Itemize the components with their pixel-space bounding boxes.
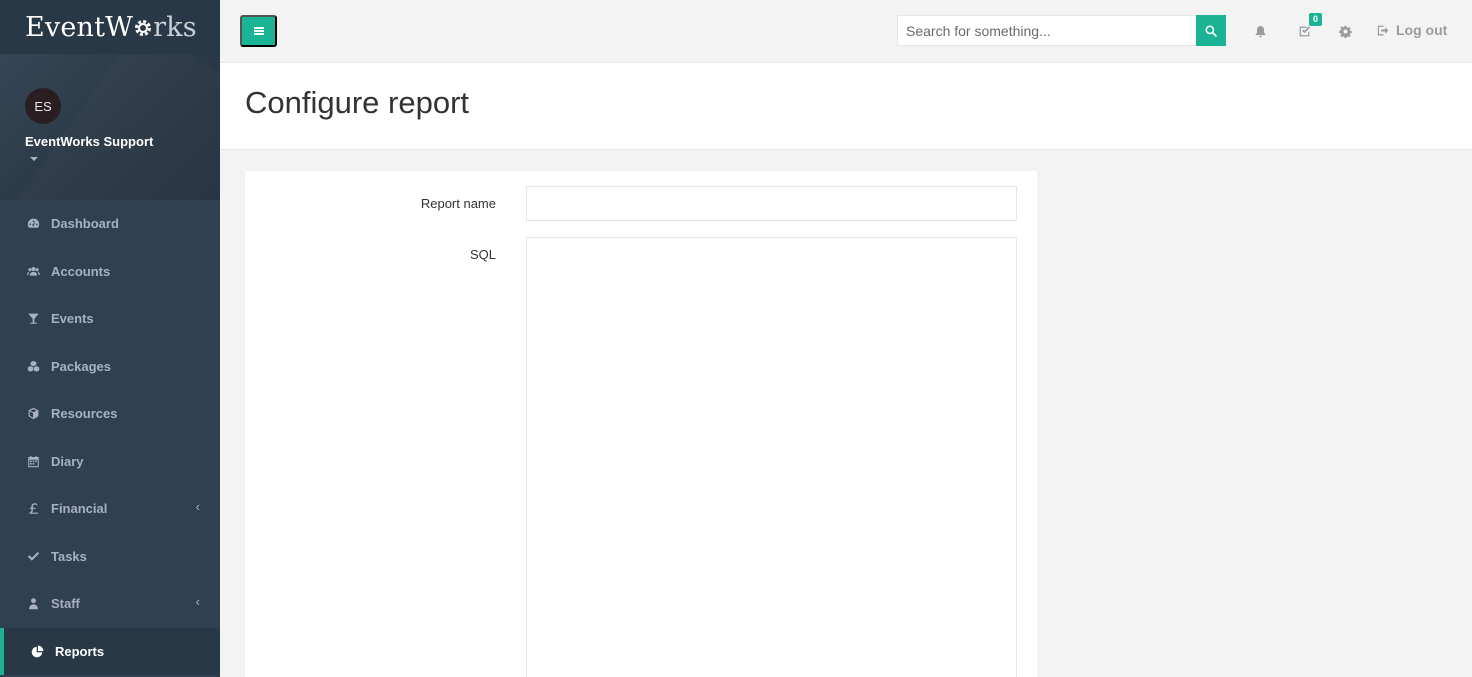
sidebar-item-label: Financial [51,501,108,517]
search-icon [1205,25,1217,37]
calendar-icon [26,454,40,468]
sidebar-item-financial[interactable]: Financial ‹ [0,485,220,533]
profile-caret-icon[interactable] [30,157,38,161]
report-name-label: Report name [420,196,496,211]
pie-chart-icon [30,644,44,658]
cubes-icon [26,359,40,373]
pound-icon [26,502,40,516]
tasks-check-icon[interactable] [1297,24,1311,38]
sidebar-toggle-button[interactable] [240,15,277,47]
sidebar-item-label: Accounts [51,263,111,279]
sidebar-item-accounts[interactable]: Accounts [0,248,220,296]
cube-icon [26,407,40,421]
sidebar-nav: Dashboard Accounts Events Packages Resou… [0,200,220,675]
report-name-input[interactable] [526,186,1017,221]
check-icon [26,549,40,563]
dashboard-icon [26,217,40,231]
sidebar-item-reports[interactable]: Reports [0,627,220,675]
bell-icon[interactable] [1253,24,1267,38]
chevron-left-icon: ‹ [195,499,200,514]
logo-text-part1: EventW [25,11,134,43]
page-heading: Configure report [220,63,1472,150]
sign-out-icon [1377,25,1389,35]
sidebar-item-label: Dashboard [51,216,119,232]
sidebar-item-tasks[interactable]: Tasks [0,533,220,581]
sidebar-item-label: Resources [51,406,118,422]
logout-link[interactable]: Log out [1377,22,1447,38]
logo-bar: EventW rks [0,0,220,54]
profile-name[interactable]: EventWorks Support [25,134,220,149]
sidebar-item-label: Packages [51,358,111,374]
top-navbar: 0 Log out [220,0,1472,63]
chevron-left-icon: ‹ [195,594,200,609]
hamburger-icon [253,27,264,35]
sidebar: EventW rks ES EventWorks Support Dashboar… [0,0,220,677]
search-input[interactable] [897,15,1196,46]
app-logo[interactable]: EventW rks [25,14,197,41]
search-form [897,15,1226,46]
sidebar-item-resources[interactable]: Resources [0,390,220,438]
sidebar-item-events[interactable]: Events [0,295,220,343]
sidebar-item-staff[interactable]: Staff ‹ [0,580,220,628]
user-icon [26,597,40,611]
sidebar-item-packages[interactable]: Packages [0,343,220,391]
sidebar-item-label: Tasks [51,548,87,564]
cocktail-icon [26,312,40,326]
report-form-panel: Report name SQL [245,171,1037,677]
profile-panel: ES EventWorks Support [0,54,220,200]
sql-textarea[interactable] [526,237,1017,677]
avatar[interactable]: ES [25,88,61,124]
sidebar-item-label: Reports [55,643,105,659]
tasks-badge: 0 [1309,13,1323,26]
sidebar-item-label: Diary [51,453,84,469]
page-title: Configure report [245,85,470,120]
sidebar-item-diary[interactable]: Diary [0,438,220,486]
sql-label: SQL [469,247,496,262]
search-button[interactable] [1196,15,1226,46]
users-icon [26,264,40,278]
sidebar-item-label: Staff [51,596,80,612]
gear-icon[interactable] [1338,24,1352,38]
sidebar-item-dashboard[interactable]: Dashboard [0,200,220,248]
logout-label: Log out [1396,22,1448,38]
sidebar-item-label: Events [51,311,94,327]
logo-text-part2: rks [153,11,197,43]
logo-gear-icon [135,19,152,36]
